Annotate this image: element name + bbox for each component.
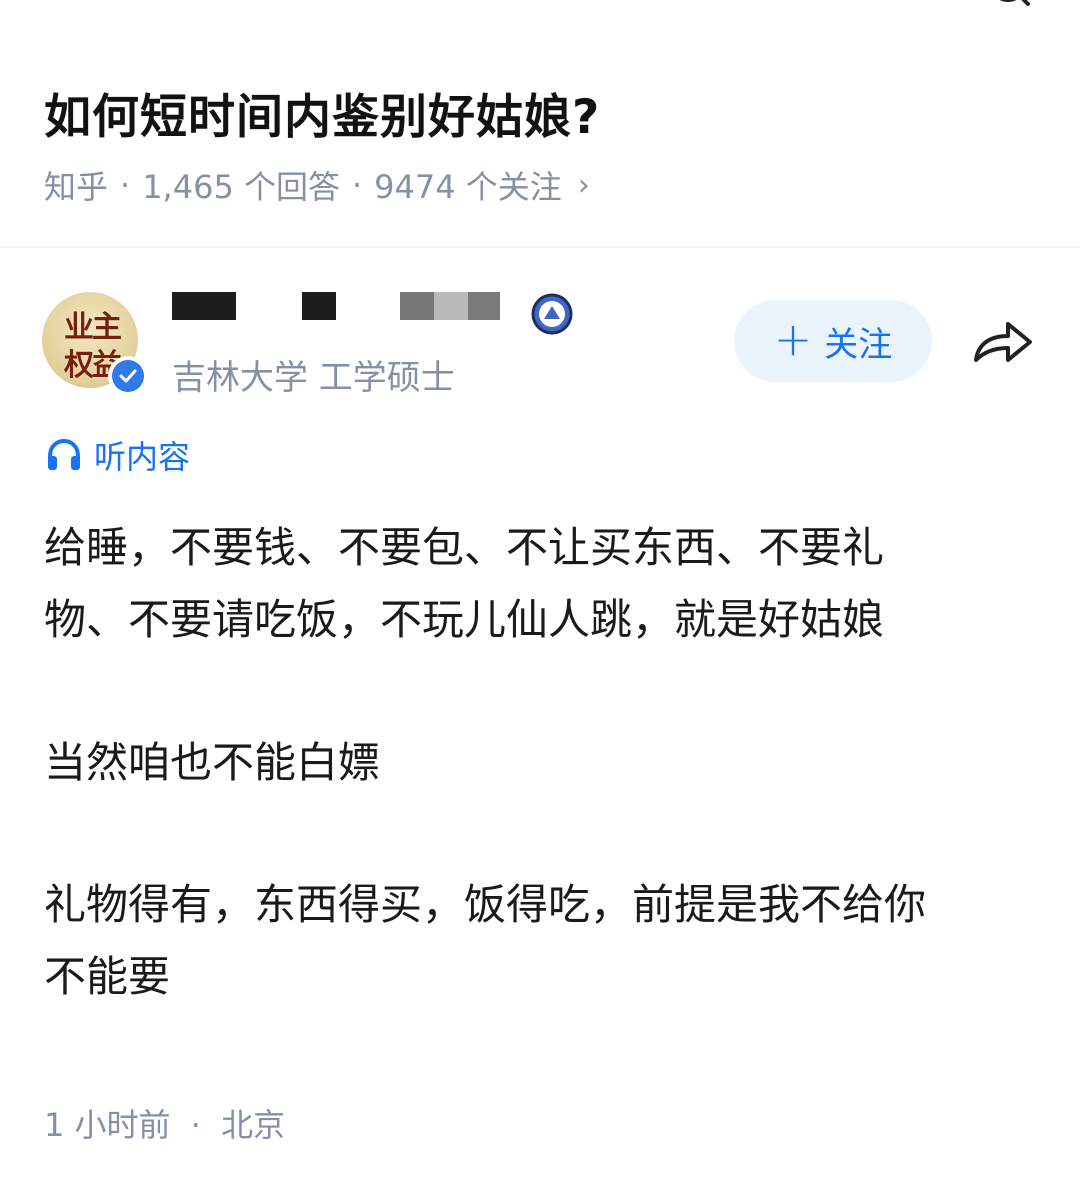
follow-label: 关注 bbox=[824, 324, 893, 365]
answer-text-line: 礼物得有，东西得买，饭得吃，前提是我不给你 bbox=[44, 880, 927, 929]
location-label: 北京 bbox=[221, 1106, 286, 1144]
redacted-name-block bbox=[400, 292, 434, 320]
listen-label: 听内容 bbox=[94, 438, 191, 476]
meta-separator: · bbox=[351, 166, 363, 204]
follower-count: 9474 个关注 bbox=[374, 168, 562, 206]
footer-separator: · bbox=[190, 1106, 201, 1144]
time-label: 1 小时前 bbox=[44, 1106, 171, 1144]
author-bio: 吉林大学 工学硕士 bbox=[172, 358, 455, 398]
back-arrow-icon[interactable] bbox=[60, 0, 80, 4]
answer-text-line: 给睡，不要钱、不要包、不让买东西、不要礼 bbox=[44, 523, 885, 572]
chevron-right-icon: › bbox=[577, 167, 590, 203]
source-label: 知乎 bbox=[44, 168, 109, 206]
redacted-name-block bbox=[172, 292, 236, 320]
redacted-name-block bbox=[434, 292, 468, 320]
redacted-name-block bbox=[302, 292, 336, 320]
verified-badge-icon bbox=[108, 356, 148, 396]
answer-text-line: 当然咱也不能白嫖 bbox=[44, 738, 381, 787]
divider bbox=[0, 246, 1080, 248]
search-icon[interactable] bbox=[990, 0, 1030, 8]
question-title[interactable]: 如何短时间内鉴别好姑娘? bbox=[44, 78, 600, 147]
share-icon[interactable] bbox=[970, 316, 1036, 368]
answer-text-line: 物、不要请吃饭，不玩儿仙人跳，就是好姑娘 bbox=[44, 595, 885, 644]
plus-icon: + bbox=[773, 312, 813, 366]
follow-button[interactable]: + 关注 bbox=[734, 300, 932, 382]
answer-text-line: 不能要 bbox=[44, 952, 171, 1001]
headphones-icon bbox=[48, 438, 80, 470]
answer-count: 1,465 个回答 bbox=[142, 168, 340, 206]
question-meta[interactable]: 知乎 · 1,465 个回答 · 9474 个关注 › bbox=[44, 162, 590, 208]
meta-separator: · bbox=[120, 166, 131, 204]
listen-button[interactable]: 听内容 bbox=[46, 432, 190, 478]
answer-timestamp: 1 小时前 · 北京 bbox=[44, 1100, 285, 1146]
redacted-name-block bbox=[468, 292, 500, 320]
level-badge-icon bbox=[531, 293, 573, 335]
